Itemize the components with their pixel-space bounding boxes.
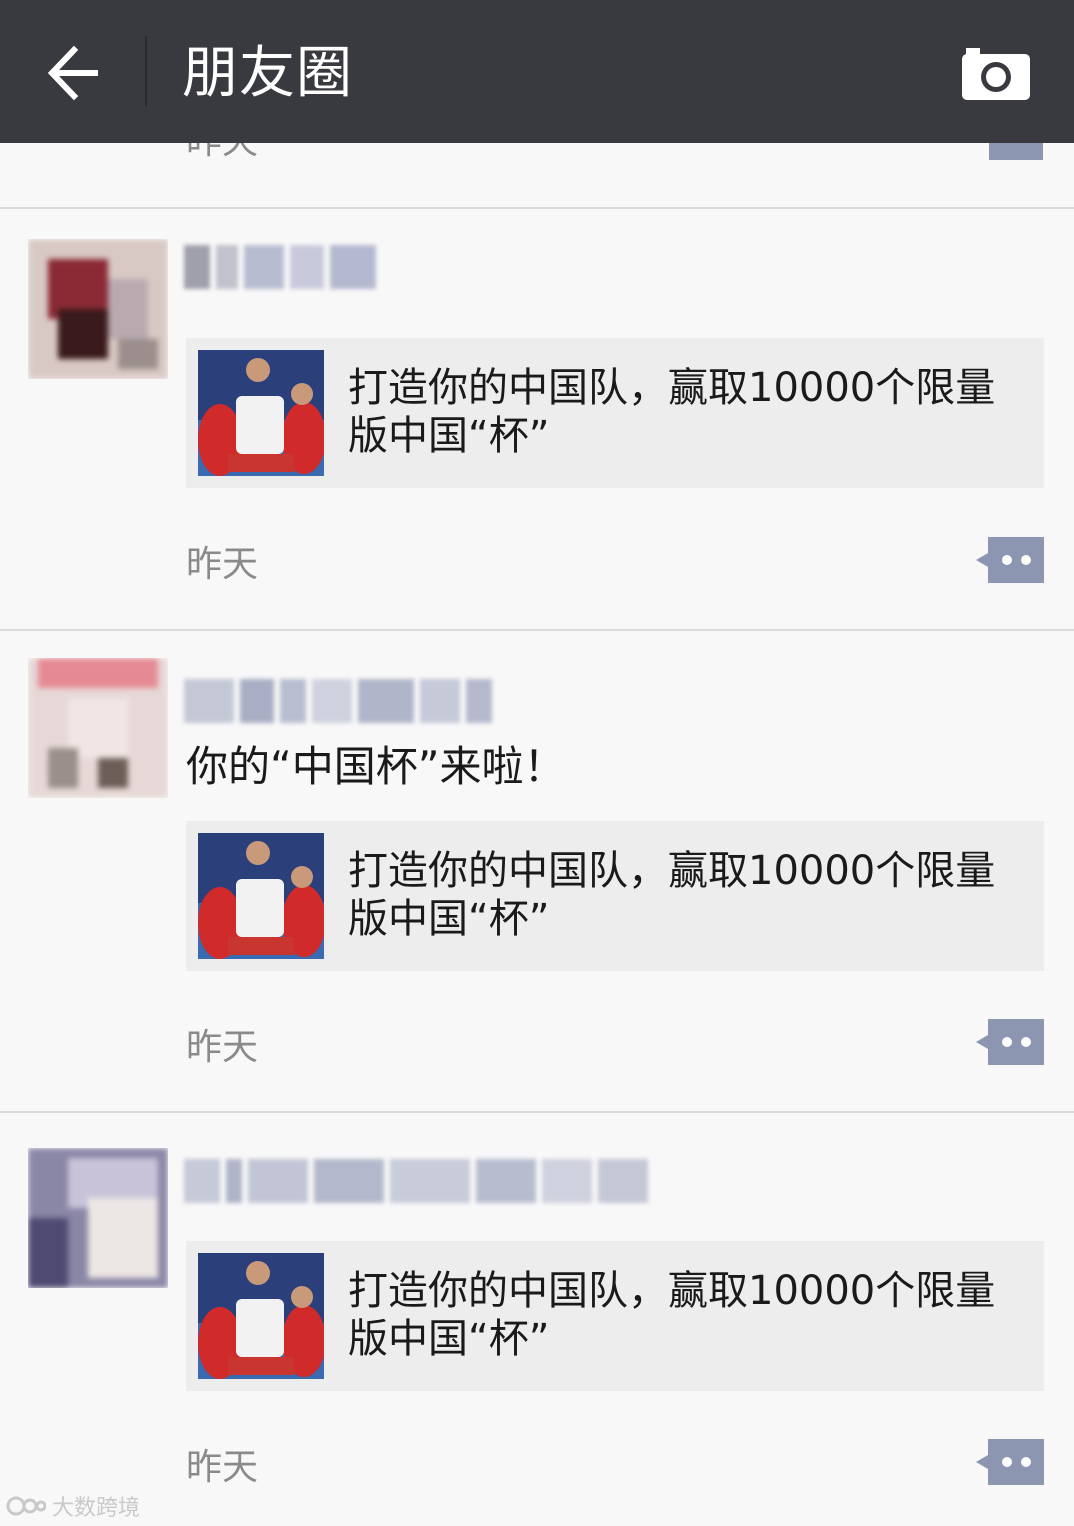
comment-menu-icon[interactable] [976,1439,1044,1485]
post-time: 昨天 [186,1027,259,1068]
user-name[interactable] [184,245,376,289]
arrow-left-icon[interactable] [44,44,102,102]
divider [0,207,1074,209]
comment-menu-icon[interactable] [976,537,1044,583]
user-name[interactable] [184,679,492,723]
divider [0,1111,1074,1113]
camera-icon[interactable] [960,46,1032,102]
post-text: 你的“中国杯”来啦！ [186,742,566,791]
watermark: 大数跨境 [6,1490,140,1522]
post-time: 昨天 [186,1447,259,1488]
link-thumbnail [198,1253,324,1379]
avatar[interactable] [28,239,168,379]
comment-menu-icon[interactable] [989,140,1043,160]
header-divider [145,36,147,106]
link-title: 打造你的中国队，赢取10000个限量版中国“杯” [348,365,996,459]
user-name[interactable] [184,1159,648,1203]
post-time: 昨天 [186,544,259,585]
avatar[interactable] [28,1148,168,1288]
avatar[interactable] [28,658,168,798]
divider [0,629,1074,631]
link-thumbnail [198,833,324,959]
watermark-text: 大数跨境 [52,1496,141,1521]
link-title: 打造你的中国队，赢取10000个限量版中国“杯” [348,1268,996,1362]
link-title: 打造你的中国队，赢取10000个限量版中国“杯” [348,848,996,942]
link-card[interactable]: 打造你的中国队，赢取10000个限量版中国“杯” [186,338,1044,488]
link-thumbnail [198,350,324,476]
comment-menu-icon[interactable] [976,1019,1044,1065]
link-card[interactable]: 打造你的中国队，赢取10000个限量版中国“杯” [186,1241,1044,1391]
page-title: 朋友圈 [182,41,353,106]
link-card[interactable]: 打造你的中国队，赢取10000个限量版中国“杯” [186,821,1044,971]
watermark-logo-icon [6,1496,46,1516]
top-bar: 朋友圈 [0,0,1074,143]
